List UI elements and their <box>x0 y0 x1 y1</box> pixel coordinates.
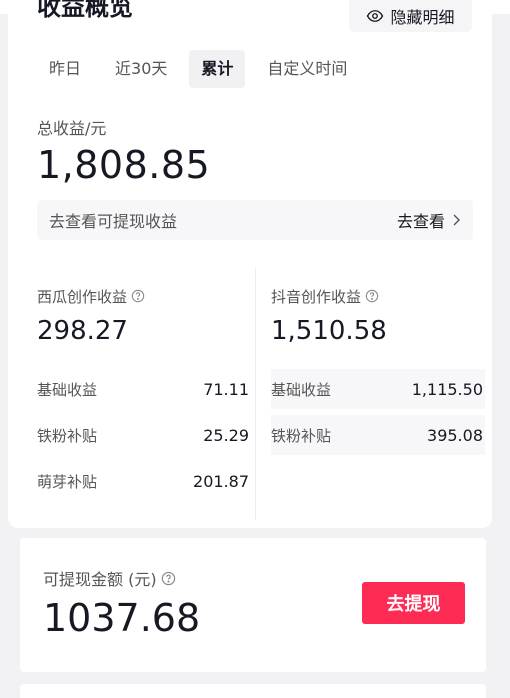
view-withdrawable-text: 去查看可提现收益 <box>49 212 178 231</box>
row-label: 铁粉补贴 <box>37 426 98 445</box>
help-icon[interactable] <box>161 571 176 586</box>
page-title: 收益概览 <box>37 0 133 21</box>
list-item: 铁粉补贴 25.29 <box>37 415 251 455</box>
withdrawable-card: 可提现金额 (元) 1037.68 去提现 <box>20 538 486 672</box>
row-value: 1,115.50 <box>411 379 483 399</box>
withdraw-button[interactable]: 去提现 <box>362 582 465 624</box>
view-link-label: 去查看 <box>396 212 445 231</box>
total-earnings-label: 总收益/元 <box>37 119 107 138</box>
total-earnings-value: 1,808.85 <box>37 143 211 187</box>
row-value: 201.87 <box>193 471 249 491</box>
chevron-right-icon <box>453 214 460 226</box>
hide-details-button[interactable]: 隐藏明细 <box>349 0 472 32</box>
row-label: 基础收益 <box>37 380 98 399</box>
row-label: 萌芽补贴 <box>37 472 98 491</box>
view-withdrawable-bar[interactable]: 去查看可提现收益 去查看 <box>37 200 473 240</box>
withdrawable-label-text: 可提现金额 (元) <box>43 570 157 589</box>
period-tabs: 昨日 近30天 累计 自定义时间 <box>37 50 369 88</box>
list-item: 铁粉补贴 395.08 <box>271 415 485 455</box>
row-label: 基础收益 <box>271 380 332 399</box>
help-icon[interactable] <box>365 289 379 303</box>
tab-cumulative[interactable]: 累计 <box>189 50 246 88</box>
xigua-earnings-column: 西瓜创作收益 298.27 基础收益 71.11 铁粉补贴 25.29 萌芽补贴… <box>37 286 251 507</box>
xigua-earnings-value: 298.27 <box>37 316 128 346</box>
tab-custom-time[interactable]: 自定义时间 <box>255 50 359 88</box>
list-item: 基础收益 1,115.50 <box>271 369 485 409</box>
list-item: 萌芽补贴 201.87 <box>37 461 251 501</box>
row-value: 395.08 <box>427 425 483 445</box>
row-label: 铁粉补贴 <box>271 426 332 445</box>
withdrawable-value: 1037.68 <box>43 596 201 640</box>
list-item: 基础收益 71.11 <box>37 369 251 409</box>
douyin-earnings-value: 1,510.58 <box>271 316 387 346</box>
douyin-earnings-title: 抖音创作收益 <box>271 286 485 306</box>
hide-details-label: 隐藏明细 <box>390 8 455 27</box>
column-divider <box>255 268 256 520</box>
xigua-earnings-title-text: 西瓜创作收益 <box>37 287 128 306</box>
row-value: 71.11 <box>203 379 249 399</box>
next-card <box>20 684 486 698</box>
douyin-earnings-column: 抖音创作收益 1,510.58 基础收益 1,115.50 铁粉补贴 395.0… <box>271 286 485 461</box>
row-value: 25.29 <box>203 425 249 445</box>
eye-icon <box>367 10 384 22</box>
view-link[interactable]: 去查看 <box>397 208 461 232</box>
xigua-earnings-title: 西瓜创作收益 <box>37 286 251 306</box>
douyin-earnings-title-text: 抖音创作收益 <box>271 287 362 306</box>
help-icon[interactable] <box>131 289 145 303</box>
withdrawable-label: 可提现金额 (元) <box>43 566 176 590</box>
tab-yesterday[interactable]: 昨日 <box>37 50 93 88</box>
tab-last-30-days[interactable]: 近30天 <box>103 50 179 88</box>
